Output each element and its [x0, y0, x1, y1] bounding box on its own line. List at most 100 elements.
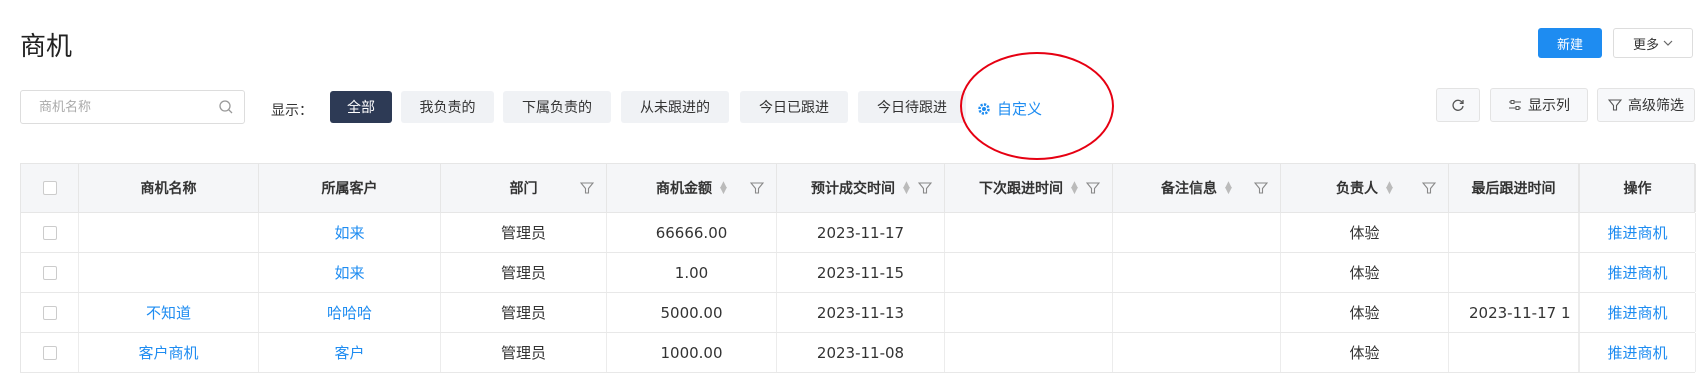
column-header-owner: 负责人 ▲ ▼	[1281, 164, 1449, 212]
search-icon[interactable]	[218, 99, 234, 115]
cell-department: 管理员	[441, 253, 607, 292]
cell-amount: 1000.00	[607, 333, 777, 372]
chevron-down-icon	[1663, 40, 1673, 46]
column-header-name: 商机名称	[79, 164, 259, 212]
sort-icon[interactable]: ▲ ▼	[903, 181, 910, 196]
filter-mine[interactable]: 我负责的	[401, 91, 494, 123]
cell-department: 管理员	[441, 213, 607, 252]
cell-name[interactable]	[79, 213, 259, 252]
cell-expected-close: 2023-11-08	[777, 333, 945, 372]
table-row: 不知道 哈哈哈 管理员 5000.00 2023-11-13 体验 2023-1…	[20, 293, 1696, 333]
new-button[interactable]: 新建	[1538, 28, 1602, 58]
column-filter-icon[interactable]	[1422, 181, 1436, 195]
cell-remark	[1113, 253, 1281, 292]
cell-owner: 体验	[1281, 293, 1449, 332]
table-row: 客户商机 客户 管理员 1000.00 2023-11-08 体验 推进商机	[20, 333, 1696, 373]
search-box	[20, 90, 245, 124]
column-filter-icon[interactable]	[918, 181, 932, 195]
cell-department: 管理员	[441, 333, 607, 372]
filter-label: 显示：	[271, 103, 313, 119]
cell-name[interactable]: 客户商机	[79, 333, 259, 372]
cell-amount: 66666.00	[607, 213, 777, 252]
column-settings-button[interactable]: 显示列	[1490, 88, 1588, 122]
cell-name[interactable]: 不知道	[79, 293, 259, 332]
column-filter-icon[interactable]	[1086, 181, 1100, 195]
cell-last-followup	[1449, 253, 1579, 292]
cell-last-followup	[1449, 213, 1579, 252]
select-all-checkbox[interactable]	[42, 181, 57, 195]
advance-opportunity-link[interactable]: 推进商机	[1579, 213, 1696, 252]
column-filter-icon[interactable]	[1254, 181, 1268, 195]
advance-opportunity-link[interactable]: 推进商机	[1579, 293, 1696, 332]
search-input[interactable]	[37, 91, 221, 123]
cell-department: 管理员	[441, 293, 607, 332]
filter-never-followed[interactable]: 从未跟进的	[621, 91, 729, 123]
column-settings-label: 显示列	[1528, 98, 1570, 114]
row-checkbox-cell	[21, 333, 79, 372]
sort-icon[interactable]: ▲ ▼	[720, 181, 727, 196]
sort-icon[interactable]: ▲ ▼	[1386, 181, 1393, 196]
row-checkbox-cell	[21, 253, 79, 292]
cell-next-followup	[945, 293, 1113, 332]
filter-icon	[1608, 99, 1622, 111]
row-checkbox-cell	[21, 293, 79, 332]
column-header-next-followup: 下次跟进时间 ▲ ▼	[945, 164, 1113, 212]
refresh-icon	[1452, 99, 1464, 111]
sort-icon[interactable]: ▲ ▼	[1071, 181, 1078, 196]
advanced-filter-label: 高级筛选	[1628, 98, 1684, 114]
advance-opportunity-link[interactable]: 推进商机	[1579, 253, 1696, 292]
cell-next-followup	[945, 253, 1113, 292]
sort-icon[interactable]: ▲ ▼	[1225, 181, 1232, 196]
refresh-button[interactable]	[1436, 88, 1480, 122]
column-header-remark: 备注信息 ▲ ▼	[1113, 164, 1281, 212]
row-checkbox-cell	[21, 213, 79, 252]
cell-remark	[1113, 333, 1281, 372]
cell-owner: 体验	[1281, 213, 1449, 252]
filter-subordinates[interactable]: 下属负责的	[503, 91, 611, 123]
table-header: 商机名称 所属客户 部门 商机金额 ▲ ▼ 预计成交时间 ▲ ▼ 下次跟进时间 ▲ ▼…	[20, 163, 1696, 213]
column-filter-icon[interactable]	[580, 181, 594, 195]
column-header-department: 部门	[441, 164, 607, 212]
table-row: 如来 管理员 1.00 2023-11-15 体验 推进商机	[20, 253, 1696, 293]
sliders-icon	[1509, 100, 1521, 110]
cell-customer[interactable]: 客户	[259, 333, 441, 372]
cell-owner: 体验	[1281, 333, 1449, 372]
cell-expected-close: 2023-11-13	[777, 293, 945, 332]
column-filter-icon[interactable]	[750, 181, 764, 195]
cell-expected-close: 2023-11-15	[777, 253, 945, 292]
filter-followed-today[interactable]: 今日已跟进	[740, 91, 848, 123]
cell-amount: 1.00	[607, 253, 777, 292]
more-button[interactable]: 更多	[1613, 28, 1693, 58]
column-header-expected-close: 预计成交时间 ▲ ▼	[777, 164, 945, 212]
advance-opportunity-link[interactable]: 推进商机	[1579, 333, 1696, 372]
advanced-filter-button[interactable]: 高级筛选	[1597, 88, 1695, 122]
cell-customer[interactable]: 如来	[259, 253, 441, 292]
annotation-ellipse	[960, 52, 1114, 160]
cell-remark	[1113, 293, 1281, 332]
row-checkbox[interactable]	[42, 305, 57, 320]
column-header-customer: 所属客户	[259, 164, 441, 212]
column-header-actions: 操作	[1579, 164, 1696, 212]
cell-last-followup: 2023-11-17 1	[1449, 293, 1579, 332]
cell-customer[interactable]: 哈哈哈	[259, 293, 441, 332]
cell-expected-close: 2023-11-17	[777, 213, 945, 252]
cell-remark	[1113, 213, 1281, 252]
row-checkbox[interactable]	[42, 345, 57, 360]
cell-customer[interactable]: 如来	[259, 213, 441, 252]
cell-amount: 5000.00	[607, 293, 777, 332]
row-checkbox[interactable]	[42, 225, 57, 240]
opportunity-table: 商机名称 所属客户 部门 商机金额 ▲ ▼ 预计成交时间 ▲ ▼ 下次跟进时间 ▲ ▼…	[20, 163, 1696, 373]
cell-next-followup	[945, 333, 1113, 372]
cell-owner: 体验	[1281, 253, 1449, 292]
cell-last-followup	[1449, 333, 1579, 372]
cell-name[interactable]	[79, 253, 259, 292]
filter-all[interactable]: 全部	[330, 91, 392, 123]
cell-next-followup	[945, 213, 1113, 252]
more-label: 更多	[1632, 37, 1659, 53]
page-title: 商机	[20, 32, 73, 62]
filter-pending-today[interactable]: 今日待跟进	[858, 91, 966, 123]
table-row: 如来 管理员 66666.00 2023-11-17 体验 推进商机	[20, 213, 1696, 253]
row-checkbox[interactable]	[42, 265, 57, 280]
header-checkbox-cell	[21, 164, 79, 212]
column-header-last-followup: 最后跟进时间	[1449, 164, 1579, 212]
